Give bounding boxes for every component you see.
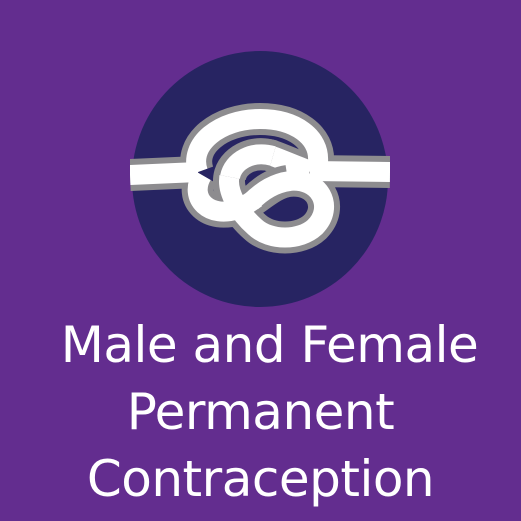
tile-title: Male and Female Permanent Contraception xyxy=(0,312,521,513)
knot-emblem xyxy=(130,49,390,309)
title-line-2: Permanent xyxy=(126,383,395,441)
knot-icon xyxy=(130,51,390,307)
contraception-tile: Male and Female Permanent Contraception xyxy=(0,0,521,521)
title-line-3: Contraception xyxy=(86,450,435,508)
title-line-1: Male and Female xyxy=(60,316,479,374)
